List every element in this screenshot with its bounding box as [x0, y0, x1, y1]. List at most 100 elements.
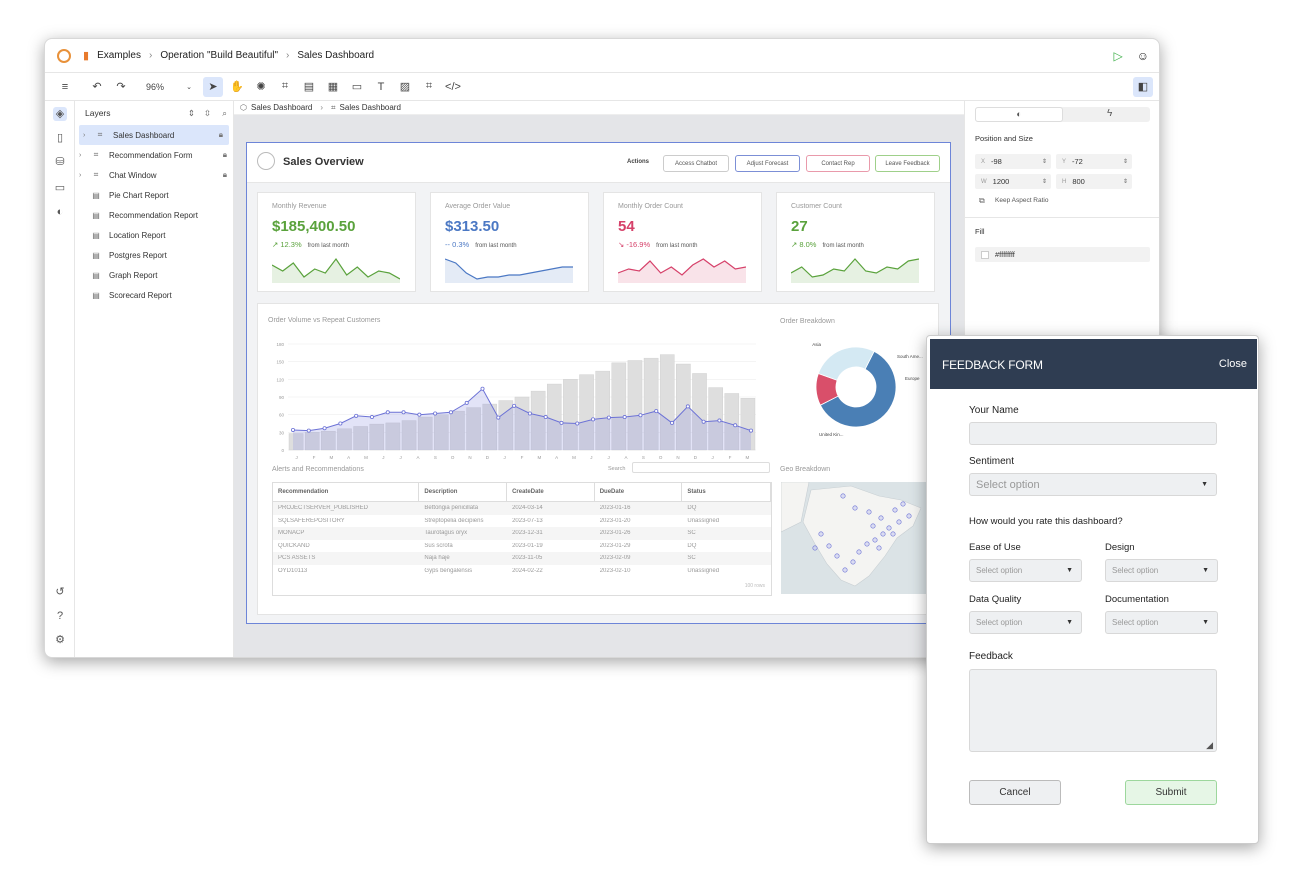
zoom-select[interactable]: 96%: [135, 77, 175, 97]
code-icon[interactable]: </>: [443, 77, 463, 97]
component-icon[interactable]: ⌗: [419, 77, 439, 97]
dq-select[interactable]: Select option ▼: [969, 611, 1082, 634]
breadcrumb-project[interactable]: Operation "Build Beautiful": [160, 50, 278, 61]
table-row[interactable]: QUICKAND Sus scrofa 2023-01-19 2023-01-29 DQ: [273, 540, 771, 553]
breadcrumb-examples[interactable]: Examples: [97, 50, 141, 61]
w-value[interactable]: 1200: [993, 177, 1010, 186]
redo-icon[interactable]: ↷: [111, 77, 131, 97]
y-value[interactable]: -72: [1072, 157, 1083, 166]
menu-icon[interactable]: ≡: [55, 77, 75, 97]
fill-value[interactable]: #ffffffff: [995, 250, 1015, 259]
y-field[interactable]: Y -72 ⇕: [1056, 154, 1132, 169]
submit-button[interactable]: Submit: [1125, 780, 1217, 805]
cancel-button[interactable]: Cancel: [969, 780, 1061, 805]
layer-item[interactable]: › ⌗ Chat Window 🔒︎: [75, 165, 233, 185]
col-duedate[interactable]: DueDate: [595, 483, 683, 501]
table-row[interactable]: MONACP Taurotagus oryx 2023-12-31 2023-01-2…: [273, 527, 771, 540]
col-status[interactable]: Status: [682, 483, 772, 501]
feedback-textarea[interactable]: ◢: [969, 669, 1217, 752]
geo-map[interactable]: [781, 482, 931, 594]
layer-item[interactable]: › ⌗ Recommendation Form 🔒︎: [75, 145, 233, 165]
canvas[interactable]: ⬡ Sales Dashboard › ⌗ Sales Dashboard Sa…: [234, 101, 964, 657]
database-icon[interactable]: ⛁: [53, 155, 67, 169]
table-row[interactable]: PCS ASSETS Naja haje 2023-11-05 2023-02-09 S…: [273, 552, 771, 565]
chevron-right-icon[interactable]: ›: [83, 132, 93, 139]
settings-icon[interactable]: ⚙: [53, 633, 67, 647]
design-select[interactable]: Select option ▼: [1105, 559, 1218, 582]
doc-select[interactable]: Select option ▼: [1105, 611, 1218, 634]
layer-item[interactable]: ▤ Location Report: [75, 225, 233, 245]
page-icon[interactable]: ▯: [53, 131, 67, 145]
report-icon[interactable]: ▤: [299, 77, 319, 97]
text-icon[interactable]: T: [371, 77, 391, 97]
x-field[interactable]: X -98 ⇕: [975, 154, 1051, 169]
expand-icon[interactable]: ⇕: [188, 108, 195, 119]
stepper-icon[interactable]: ⇕: [1123, 178, 1128, 185]
lock-icon[interactable]: 🔒︎: [223, 150, 227, 160]
chevron-right-icon[interactable]: ›: [79, 172, 89, 179]
layer-item[interactable]: › ⌗ Sales Dashboard 🔒︎: [79, 125, 229, 145]
resize-handle-icon[interactable]: ◢: [1206, 740, 1213, 751]
layer-item[interactable]: ▤ Pie Chart Report: [75, 185, 233, 205]
ease-select[interactable]: Select option ▼: [969, 559, 1082, 582]
image-icon[interactable]: ▨: [395, 77, 415, 97]
sentiment-select[interactable]: Select option ▼: [969, 473, 1217, 496]
table-row[interactable]: OYD10113 Gyps bengalensis 2024-02-22 2023-0…: [273, 565, 771, 578]
layer-item[interactable]: ▤ Scorecard Report: [75, 285, 233, 305]
history-icon[interactable]: ↺: [53, 585, 67, 599]
stepper-icon[interactable]: ⇕: [1123, 158, 1128, 165]
layer-item[interactable]: ▤ Postgres Report: [75, 245, 233, 265]
design-label: Design: [1105, 542, 1135, 553]
collapse-icon[interactable]: ⇳: [204, 108, 211, 119]
select-tool-icon[interactable]: ➤: [203, 76, 223, 97]
search-input[interactable]: [632, 462, 770, 473]
chevron-down-icon[interactable]: ⌄: [179, 77, 199, 97]
table-row[interactable]: SQLSAFEREPOSITORY Streptopelia decipiens 2…: [273, 515, 771, 528]
col-recommendation[interactable]: Recommendation: [273, 483, 420, 501]
layer-item[interactable]: ▤ Recommendation Report: [75, 205, 233, 225]
canvas-crumb-a[interactable]: Sales Dashboard: [251, 103, 312, 112]
contact-rep-button[interactable]: Contact Rep: [806, 155, 870, 172]
col-createdate[interactable]: CreateDate: [507, 483, 595, 501]
w-field[interactable]: W 1200 ⇕: [975, 174, 1051, 189]
magic-icon[interactable]: ✺: [251, 77, 271, 97]
panel-toggle-icon[interactable]: ◧: [1133, 76, 1153, 97]
lock-icon[interactable]: 🔒︎: [219, 130, 223, 140]
access-chatbot-button[interactable]: Access Chatbot: [663, 155, 729, 172]
hand-tool-icon[interactable]: ✋: [227, 77, 247, 97]
h-value[interactable]: 800: [1072, 177, 1085, 186]
table-icon[interactable]: ▦: [323, 77, 343, 97]
chevron-right-icon[interactable]: ›: [79, 152, 89, 159]
aspect-lock-icon[interactable]: ⧉: [979, 196, 985, 206]
play-icon[interactable]: ▷: [1114, 49, 1123, 63]
undo-icon[interactable]: ↶: [87, 77, 107, 97]
user-icon[interactable]: ☺: [1137, 49, 1149, 63]
col-description[interactable]: Description: [419, 483, 508, 501]
sales-dashboard-frame[interactable]: Sales Overview Actions Access Chatbot Ad…: [246, 142, 951, 624]
stepper-icon[interactable]: ⇕: [1042, 178, 1047, 185]
h-field[interactable]: H 800 ⇕: [1056, 174, 1132, 189]
color-swatch[interactable]: [981, 250, 989, 259]
canvas-crumb-b[interactable]: Sales Dashboard: [340, 103, 401, 112]
lightning-tab-icon[interactable]: ϟ: [1107, 108, 1112, 119]
leave-feedback-button[interactable]: Leave Feedback: [875, 155, 940, 172]
x-value[interactable]: -98: [991, 157, 1002, 166]
frame-icon[interactable]: ⌗: [275, 77, 295, 97]
layers-icon[interactable]: ◈: [53, 107, 67, 121]
name-input[interactable]: [969, 422, 1217, 445]
adjust-forecast-button[interactable]: Adjust Forecast: [735, 155, 800, 172]
table-row[interactable]: PROJECTSERVER_PUBLISHED Bettongia penicil…: [273, 502, 771, 515]
kpi-value: $185,400.50: [272, 218, 356, 235]
stepper-icon[interactable]: ⇕: [1042, 158, 1047, 165]
search-icon[interactable]: ⌕: [222, 108, 227, 119]
fill-field[interactable]: #ffffffff: [975, 247, 1150, 262]
folder-icon[interactable]: ▭: [53, 181, 67, 195]
help-icon[interactable]: ?: [53, 609, 67, 623]
breadcrumb-page[interactable]: Sales Dashboard: [297, 50, 374, 61]
layer-item[interactable]: ▤ Graph Report: [75, 265, 233, 285]
palette-icon[interactable]: ◐: [53, 205, 67, 219]
lock-icon[interactable]: 🔒︎: [223, 170, 227, 180]
style-tab-icon[interactable]: ◐: [975, 107, 1063, 122]
textbox-icon[interactable]: ▭: [347, 77, 367, 97]
close-button[interactable]: Close: [1219, 358, 1247, 370]
